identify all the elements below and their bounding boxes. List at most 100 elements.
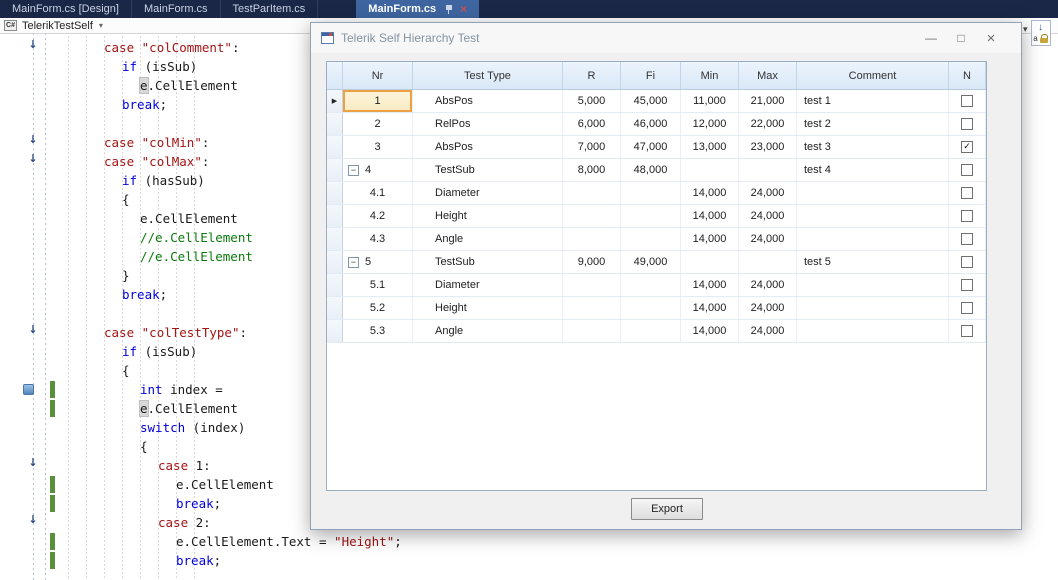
row-checkbox[interactable] [961, 187, 973, 199]
cell-type[interactable]: Height [413, 297, 563, 319]
close-icon[interactable]: × [460, 4, 467, 14]
cell-n[interactable] [949, 251, 986, 273]
cell-max[interactable]: 24,000 [739, 228, 797, 250]
cell-nr[interactable]: −5 [343, 251, 413, 273]
cell-r[interactable]: 6,000 [563, 113, 621, 135]
tab-mainform-cs-design-[interactable]: MainForm.cs [Design] [0, 0, 132, 18]
cell-fi[interactable] [621, 320, 681, 342]
cell-nr[interactable]: 4.1 [343, 182, 413, 204]
cell-max[interactable]: 23,000 [739, 136, 797, 158]
cell-max[interactable]: 22,000 [739, 113, 797, 135]
cell-n[interactable] [949, 274, 986, 296]
cell-r[interactable]: 7,000 [563, 136, 621, 158]
cell-min[interactable]: 12,000 [681, 113, 739, 135]
cell-n[interactable] [949, 228, 986, 250]
cell-nr[interactable]: 2 [343, 113, 413, 135]
cell-min[interactable]: 11,000 [681, 90, 739, 112]
cell-type[interactable]: TestSub [413, 251, 563, 273]
row-checkbox[interactable] [961, 302, 973, 314]
row-checkbox[interactable] [961, 256, 973, 268]
cell-n[interactable] [949, 182, 986, 204]
cell-n[interactable] [949, 297, 986, 319]
tab-testparitem-cs[interactable]: TestParItem.cs [221, 0, 319, 18]
cell-fi[interactable] [621, 274, 681, 296]
cell-r[interactable] [563, 205, 621, 227]
cell-type[interactable]: Angle [413, 228, 563, 250]
cell-max[interactable]: 24,000 [739, 320, 797, 342]
tab-mainform-cs[interactable]: MainForm.cs× [356, 0, 479, 18]
chevron-down-icon[interactable]: ▾ [99, 21, 103, 30]
cell-n[interactable]: ✓ [949, 136, 986, 158]
cell-fi[interactable] [621, 297, 681, 319]
cell-nr[interactable]: 4.2 [343, 205, 413, 227]
row-checkbox[interactable] [961, 118, 973, 130]
cell-nr[interactable]: 1 [343, 90, 413, 112]
column-header-max[interactable]: Max [739, 62, 797, 89]
cell-nr[interactable]: 4.3 [343, 228, 413, 250]
row-checkbox[interactable] [961, 95, 973, 107]
cell-r[interactable] [563, 228, 621, 250]
column-header-type[interactable]: Test Type [413, 62, 563, 89]
cell-comment[interactable]: test 4 [797, 159, 949, 181]
dialog-title-bar[interactable]: Telerik Self Hierarchy Test — □ × [311, 23, 1021, 53]
cell-r[interactable]: 5,000 [563, 90, 621, 112]
column-header-n[interactable]: N [949, 62, 986, 89]
cell-type[interactable]: Angle [413, 320, 563, 342]
cell-min[interactable]: 14,000 [681, 274, 739, 296]
cell-type[interactable]: AbsPos [413, 90, 563, 112]
cell-comment[interactable] [797, 297, 949, 319]
cell-nr[interactable]: 5.2 [343, 297, 413, 319]
cell-r[interactable] [563, 297, 621, 319]
column-header-r[interactable]: R [563, 62, 621, 89]
cell-fi[interactable] [621, 205, 681, 227]
cell-nr[interactable]: 5.1 [343, 274, 413, 296]
cell-min[interactable]: 14,000 [681, 182, 739, 204]
pin-icon[interactable] [445, 4, 453, 15]
cell-type[interactable]: Diameter [413, 182, 563, 204]
tab-mainform-cs[interactable]: MainForm.cs [132, 0, 221, 18]
row-checkbox[interactable] [961, 325, 973, 337]
cell-fi[interactable]: 46,000 [621, 113, 681, 135]
cell-min[interactable]: 14,000 [681, 205, 739, 227]
cell-comment[interactable]: test 2 [797, 113, 949, 135]
cell-nr[interactable]: −4 [343, 159, 413, 181]
cell-min[interactable] [681, 159, 739, 181]
row-checkbox[interactable] [961, 233, 973, 245]
cell-max[interactable] [739, 251, 797, 273]
collapse-icon[interactable]: − [348, 165, 359, 176]
column-header-fi[interactable]: Fi [621, 62, 681, 89]
cell-nr[interactable]: 5.3 [343, 320, 413, 342]
cell-fi[interactable] [621, 182, 681, 204]
row-checkbox[interactable] [961, 279, 973, 291]
cell-r[interactable] [563, 320, 621, 342]
export-button[interactable]: Export [631, 498, 703, 520]
cell-r[interactable] [563, 182, 621, 204]
cell-fi[interactable]: 47,000 [621, 136, 681, 158]
cell-r[interactable] [563, 274, 621, 296]
cell-n[interactable] [949, 90, 986, 112]
cell-max[interactable]: 24,000 [739, 274, 797, 296]
cell-type[interactable]: RelPos [413, 113, 563, 135]
cell-min[interactable]: 14,000 [681, 228, 739, 250]
cell-n[interactable] [949, 320, 986, 342]
cell-min[interactable]: 14,000 [681, 320, 739, 342]
cell-n[interactable] [949, 205, 986, 227]
cell-comment[interactable]: test 1 [797, 90, 949, 112]
cell-max[interactable]: 24,000 [739, 297, 797, 319]
cell-fi[interactable]: 49,000 [621, 251, 681, 273]
row-checkbox[interactable] [961, 210, 973, 222]
cell-type[interactable]: AbsPos [413, 136, 563, 158]
cell-comment[interactable] [797, 182, 949, 204]
chevron-down-icon[interactable]: ▾ [1023, 24, 1028, 46]
scroll-down-icon[interactable]: ↓ [1038, 23, 1043, 33]
cell-comment[interactable]: test 3 [797, 136, 949, 158]
cell-min[interactable]: 13,000 [681, 136, 739, 158]
cell-max[interactable] [739, 159, 797, 181]
cell-fi[interactable]: 45,000 [621, 90, 681, 112]
cell-comment[interactable]: test 5 [797, 251, 949, 273]
cell-max[interactable]: 21,000 [739, 90, 797, 112]
cell-max[interactable]: 24,000 [739, 205, 797, 227]
minimize-button[interactable]: — [916, 23, 946, 53]
row-checkbox[interactable]: ✓ [961, 141, 973, 153]
cell-type[interactable]: Height [413, 205, 563, 227]
